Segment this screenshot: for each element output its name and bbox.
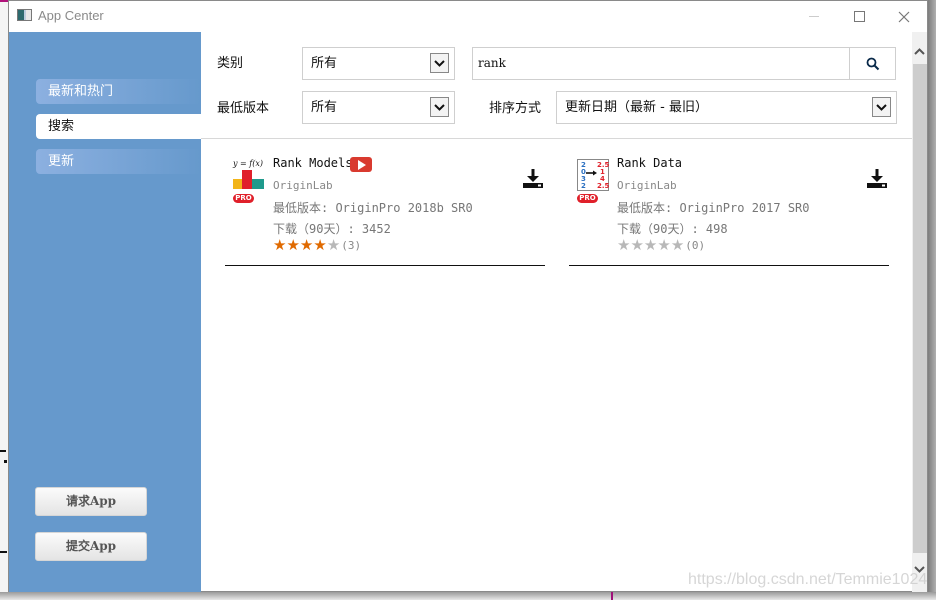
close-icon [898, 11, 910, 22]
sidebar-item-latest-popular[interactable]: 最新和热门 [36, 79, 201, 104]
sidebar-item-label: 搜索 [48, 119, 75, 134]
sidebar-item-updates[interactable]: 更新 [36, 149, 201, 174]
scroll-up-button[interactable] [912, 42, 927, 60]
window-title: App Center [38, 8, 104, 23]
title-bar: App Center [9, 1, 927, 32]
category-label: 类别 [217, 56, 244, 71]
minimize-button[interactable] [791, 1, 837, 32]
desktop-background-bottom [0, 592, 936, 600]
min-version-label: 最低版本 [217, 101, 270, 116]
app-name[interactable]: Rank Data [617, 156, 682, 170]
star-empty-icon: ★ [630, 236, 644, 254]
app-vendor: OriginLab [617, 179, 677, 192]
filter-divider [201, 138, 912, 139]
rating-count: (3) [341, 238, 362, 252]
app-downloads: 下载（90天）: 498 [617, 222, 728, 236]
vertical-scrollbar[interactable] [912, 32, 927, 592]
app-name[interactable]: Rank Models [273, 156, 352, 170]
category-select[interactable]: 所有 [302, 47, 455, 80]
card-separator [225, 265, 545, 266]
app-min-version: 最低版本: OriginPro 2018b SR0 [273, 201, 473, 215]
star-filled-icon: ★ [299, 236, 314, 254]
watermark: https://blog.csdn.net/Temmie1024 [688, 571, 928, 588]
minimize-icon [809, 16, 819, 17]
search-button[interactable] [849, 47, 896, 80]
desktop-background-right [928, 0, 936, 600]
submit-app-button[interactable]: 提交App [35, 532, 147, 561]
sidebar-item-label: 最新和热门 [48, 84, 114, 99]
sort-select-value: 更新日期（最新 - 最旧） [565, 100, 708, 115]
search-input[interactable]: rank [472, 47, 850, 80]
download-icon [523, 169, 543, 188]
video-play-icon[interactable] [350, 157, 372, 172]
rating-count: (0) [685, 238, 706, 252]
maximize-icon [853, 11, 865, 22]
star-empty-icon: ★ [670, 236, 685, 254]
sort-label: 排序方式 [489, 101, 542, 116]
min-version-dropdown-button[interactable] [430, 97, 449, 117]
chevron-down-icon [434, 103, 445, 111]
sort-select[interactable]: 更新日期（最新 - 最旧） [556, 91, 897, 124]
sidebar: 最新和热门 搜索 更新 请求App 提交App [9, 32, 202, 592]
search-input-value: rank [478, 56, 506, 70]
sidebar-item-search[interactable]: 搜索 [36, 114, 202, 139]
download-button[interactable] [521, 168, 545, 190]
app-min-version: 最低版本: OriginPro 2017 SR0 [617, 201, 810, 215]
chevron-up-icon [914, 47, 925, 55]
close-button[interactable] [881, 1, 927, 32]
card-separator [569, 265, 889, 266]
rank-data-app-icon: 2 0 3 2 2.5 1 4 2.5 PRO [569, 157, 615, 203]
min-version-select[interactable]: 所有 [302, 91, 455, 124]
download-icon [867, 169, 887, 188]
pro-badge: PRO [233, 194, 254, 203]
request-app-button[interactable]: 请求App [35, 487, 147, 516]
icon-caption: y = f(x) [232, 159, 263, 168]
min-version-select-value: 所有 [311, 100, 338, 115]
svg-text:2: 2 [581, 182, 586, 190]
star-empty-icon: ★ [657, 236, 671, 254]
chevron-down-icon [434, 59, 445, 67]
app-card[interactable]: y = f(x) PRO Rank Models OriginLab 最低版本:… [225, 153, 545, 267]
star-empty-icon: ★ [617, 236, 631, 254]
sort-dropdown-button[interactable] [872, 97, 891, 117]
app-downloads: 下载（90天）: 3452 [273, 222, 391, 236]
rating-stars: ★ ★ ★ ★ ★ (0) [617, 237, 705, 253]
star-empty-icon: ★ [643, 236, 658, 254]
category-dropdown-button[interactable] [430, 53, 449, 73]
star-filled-icon: ★ [313, 236, 327, 254]
app-card[interactable]: 2 0 3 2 2.5 1 4 2.5 PRO Rank Data Origin… [569, 153, 889, 267]
sidebar-item-label: 更新 [48, 154, 75, 169]
maximize-button[interactable] [836, 1, 882, 32]
rank-models-app-icon: y = f(x) PRO [225, 157, 271, 203]
star-filled-icon: ★ [286, 236, 300, 254]
download-button[interactable] [865, 168, 889, 190]
svg-text:2.5: 2.5 [597, 182, 610, 190]
rating-stars: ★ ★ ★ ★ ★ (3) [273, 237, 361, 253]
app-vendor: OriginLab [273, 179, 333, 192]
search-icon [866, 57, 879, 70]
star-filled-icon: ★ [273, 236, 287, 254]
star-empty-icon: ★ [326, 236, 341, 254]
category-select-value: 所有 [311, 56, 338, 71]
scroll-thumb[interactable] [913, 64, 927, 553]
app-center-window: App Center 最新和热门 搜索 更新 请求App 提交App 类别 所有… [8, 0, 928, 592]
chevron-down-icon [876, 103, 887, 111]
pro-badge: PRO [577, 194, 598, 203]
app-window-icon [17, 9, 32, 21]
